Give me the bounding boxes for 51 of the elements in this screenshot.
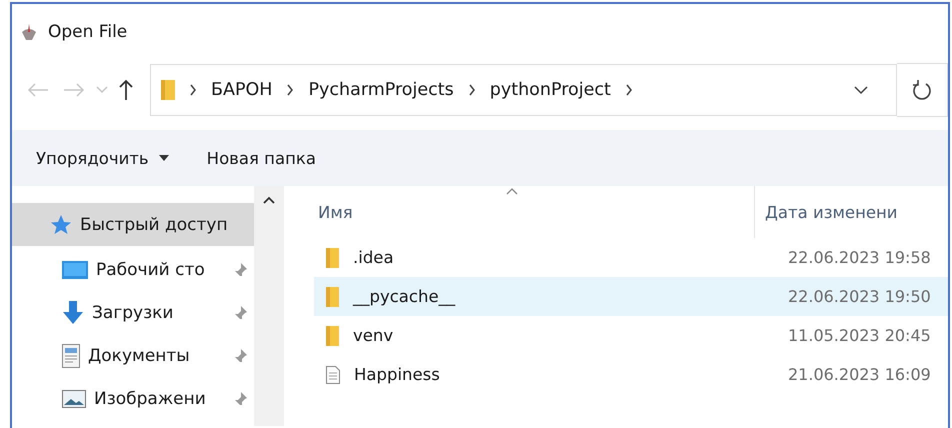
window-title: Open File: [48, 22, 128, 42]
sidebar-item[interactable]: Быстрый доступ: [12, 203, 254, 246]
file-row[interactable]: venv 11.05.2023 20:45: [314, 316, 948, 355]
organize-button[interactable]: Упорядочить: [32, 144, 173, 172]
column-header[interactable]: Дата изменени: [765, 202, 898, 222]
landscape-image-icon: [62, 390, 86, 408]
file-date: 11.05.2023 20:45: [788, 326, 931, 345]
sort-caret-icon: [506, 188, 518, 195]
file-name: .idea: [353, 248, 394, 267]
sidebar-item[interactable]: Загрузки: [12, 291, 254, 334]
sidebar-label: Рабочий сто: [96, 260, 205, 280]
file-date: 22.06.2023 19:50: [788, 287, 931, 306]
folder-icon: [161, 79, 175, 101]
folder-icon: [326, 248, 339, 268]
down-arrow-icon: [62, 300, 84, 324]
column-header[interactable]: Имя: [318, 202, 353, 222]
sidebar-item[interactable]: Документы: [12, 334, 254, 377]
file-row[interactable]: __pycache__ 22.06.2023 19:50: [314, 277, 948, 316]
chevron-right-icon: [189, 84, 197, 96]
text-file-icon: [326, 366, 340, 384]
refresh-icon[interactable]: [912, 79, 932, 101]
sidebar-label: Быстрый доступ: [80, 214, 228, 234]
chevron-down-icon[interactable]: [854, 86, 868, 94]
caret-icon: [158, 155, 169, 161]
file-date: 21.06.2023 16:09: [788, 365, 931, 384]
file-row[interactable]: Happiness 21.06.2023 16:09: [314, 355, 948, 394]
address-bar[interactable]: БАРОН PycharmProjects pythonProject: [150, 64, 897, 116]
sidebar-item[interactable]: Изображени: [12, 377, 254, 420]
breadcrumb[interactable]: pythonProject: [490, 80, 611, 100]
breadcrumb[interactable]: БАРОН: [211, 80, 272, 100]
chevron-right-icon: [286, 84, 294, 96]
monitor-icon: [62, 260, 88, 278]
file-date: 22.06.2023 19:58: [788, 248, 931, 267]
sidebar-label: Документы: [88, 346, 190, 366]
chevron-right-icon: [468, 84, 476, 96]
file-row[interactable]: .idea 22.06.2023 19:58: [314, 238, 948, 277]
sidebar-label: Загрузки: [92, 302, 174, 322]
chevron-right-icon: [624, 84, 633, 96]
folder-icon: [326, 326, 339, 346]
folder-icon: [326, 286, 339, 306]
scroll-up-icon[interactable]: [263, 196, 275, 204]
breadcrumb[interactable]: PycharmProjects: [308, 80, 454, 100]
new-folder-button[interactable]: Новая папка: [202, 144, 320, 172]
file-name: __pycache__: [353, 287, 456, 306]
document-icon: [62, 344, 80, 368]
up-arrow-icon[interactable]: [118, 79, 134, 101]
sidebar-item[interactable]: Рабочий сто: [12, 248, 254, 291]
file-name: Happiness: [354, 365, 440, 384]
file-name: venv: [353, 326, 394, 345]
star-icon: [50, 214, 72, 236]
sidebar-label: Изображени: [94, 388, 206, 408]
